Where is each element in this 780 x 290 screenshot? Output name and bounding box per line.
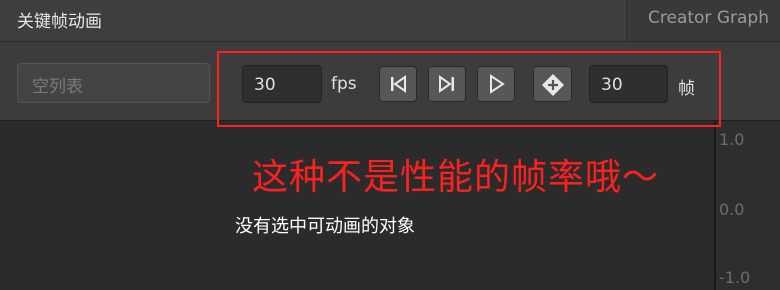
empty-state-message: 没有选中可动画的对象 xyxy=(235,216,415,237)
axis-label-top: 1.0 xyxy=(719,130,745,149)
axis-label-bottom: -1.0 xyxy=(719,268,751,287)
axis-label-middle: 0.0 xyxy=(719,200,745,219)
tab-label: 关键帧动画 xyxy=(17,12,102,32)
tab-bar: 关键帧动画 Creator Graph xyxy=(0,0,780,42)
tab-label: Creator Graph xyxy=(648,8,769,28)
clip-select-placeholder: 空列表 xyxy=(32,77,83,97)
highlight-annotation-box xyxy=(217,51,721,127)
tab-creator-graph[interactable]: Creator Graph xyxy=(627,0,780,41)
annotation-text: 这种不是性能的帧率哦～ xyxy=(252,157,660,198)
tab-keyframe-animation[interactable]: 关键帧动画 xyxy=(0,0,626,41)
clip-select[interactable]: 空列表 xyxy=(17,63,210,103)
